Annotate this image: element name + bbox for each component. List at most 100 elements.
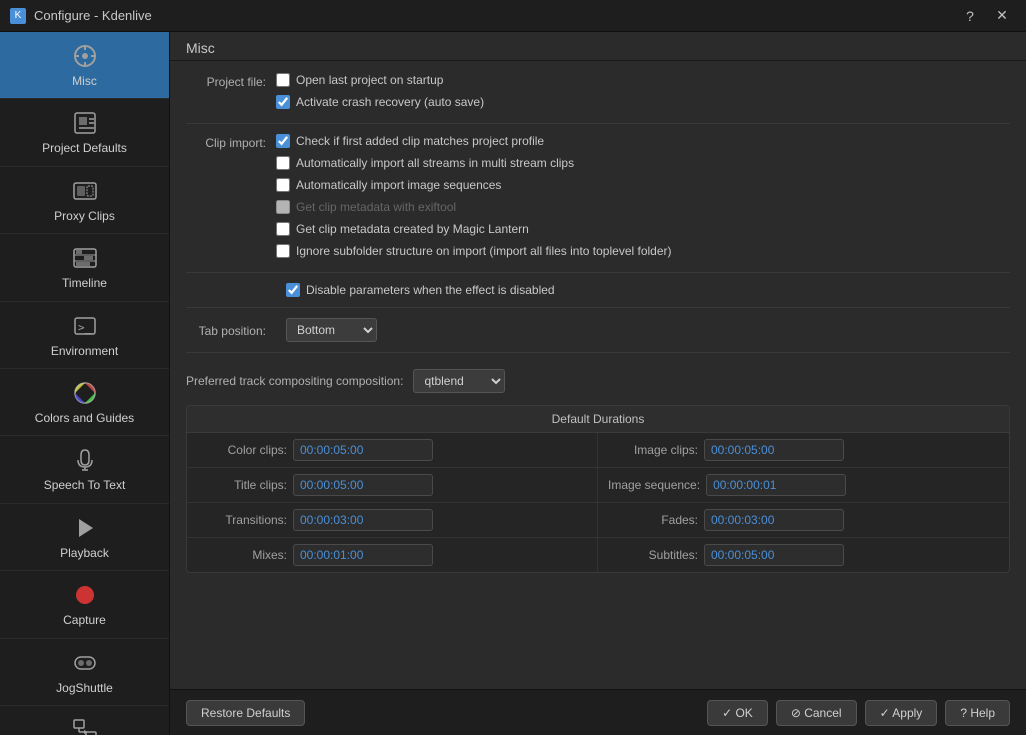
check-first-added-row: Check if first added clip matches projec… (276, 134, 672, 148)
image-clips-cell: Image clips: (598, 433, 1009, 468)
cancel-button[interactable]: ⊘ Cancel (776, 700, 857, 726)
sidebar-item-timeline[interactable]: Timeline (0, 234, 169, 301)
project-file-content: Open last project on startup Activate cr… (276, 73, 484, 113)
close-button[interactable]: ✕ (988, 5, 1016, 27)
separator-2 (186, 272, 1010, 273)
transitions-cell: Transitions: (187, 503, 598, 538)
sidebar-item-environment[interactable]: >_ Environment (0, 302, 169, 369)
disable-parameters-row-wrapper: Disable parameters when the effect is di… (286, 283, 1010, 297)
apply-button[interactable]: ✓ Apply (865, 700, 938, 726)
sidebar: Misc Project Defaults (0, 32, 170, 735)
sidebar-item-jogshuttle[interactable]: JogShuttle (0, 639, 169, 706)
compositing-row: Preferred track compositing composition:… (186, 363, 1010, 393)
transcode-icon (71, 716, 99, 735)
title-clips-input[interactable] (293, 474, 433, 496)
sidebar-item-colors-and-guides[interactable]: Colors and Guides (0, 369, 169, 436)
app-icon: K (10, 8, 26, 24)
transitions-input[interactable] (293, 509, 433, 531)
color-clips-label: Color clips: (197, 443, 287, 457)
ignore-subfolder-checkbox[interactable] (276, 244, 290, 258)
clip-import-content: Check if first added clip matches projec… (276, 134, 672, 262)
sidebar-item-speech-to-text[interactable]: Speech To Text (0, 436, 169, 503)
subtitles-cell: Subtitles: (598, 538, 1009, 572)
open-last-project-row: Open last project on startup (276, 73, 484, 87)
sidebar-item-misc-label: Misc (72, 74, 97, 88)
fades-input[interactable] (704, 509, 844, 531)
image-clips-input[interactable] (704, 439, 844, 461)
get-clip-metadata-magic-checkbox[interactable] (276, 222, 290, 236)
sidebar-item-project-defaults[interactable]: Project Defaults (0, 99, 169, 166)
color-clips-cell: Color clips: (187, 433, 598, 468)
disable-parameters-row: Disable parameters when the effect is di… (286, 283, 1010, 297)
title-clips-cell: Title clips: (187, 468, 598, 503)
svg-text:>_: >_ (78, 321, 92, 334)
jogshuttle-icon (71, 649, 99, 677)
tab-position-row: Tab position: Bottom Top Left Right (186, 318, 1010, 342)
sidebar-item-capture[interactable]: Capture (0, 571, 169, 638)
clip-import-row: Clip import: Check if first added clip m… (186, 134, 1010, 262)
sidebar-item-playback[interactable]: Playback (0, 504, 169, 571)
compositing-label: Preferred track compositing composition: (186, 374, 403, 388)
check-first-added-label[interactable]: Check if first added clip matches projec… (296, 134, 544, 148)
open-last-project-label[interactable]: Open last project on startup (296, 73, 443, 87)
sidebar-item-capture-label: Capture (63, 613, 106, 627)
image-sequence-cell: Image sequence: (598, 468, 1009, 503)
project-defaults-icon (71, 109, 99, 137)
activate-crash-recovery-label[interactable]: Activate crash recovery (auto save) (296, 95, 484, 109)
disable-parameters-label[interactable]: Disable parameters when the effect is di… (306, 283, 555, 297)
content-body: Project file: Open last project on start… (170, 61, 1026, 689)
ok-button[interactable]: ✓ OK (707, 700, 768, 726)
proxy-clips-icon (71, 177, 99, 205)
bottom-bar: Restore Defaults ✓ OK ⊘ Cancel ✓ Apply ?… (170, 689, 1026, 735)
titlebar-left: K Configure - Kdenlive (10, 8, 152, 24)
content-area: Misc Project file: Open last project on … (170, 32, 1026, 735)
capture-icon (71, 581, 99, 609)
help-button[interactable]: ? (956, 5, 984, 27)
colors-and-guides-icon (71, 379, 99, 407)
timeline-icon (71, 244, 99, 272)
image-sequence-label: Image sequence: (608, 478, 700, 492)
disable-parameters-checkbox[interactable] (286, 283, 300, 297)
fades-cell: Fades: (598, 503, 1009, 538)
tab-position-label: Tab position: (186, 322, 276, 338)
auto-import-streams-checkbox[interactable] (276, 156, 290, 170)
check-first-added-checkbox[interactable] (276, 134, 290, 148)
activate-crash-recovery-checkbox[interactable] (276, 95, 290, 109)
sidebar-item-speech-to-text-label: Speech To Text (44, 478, 126, 492)
get-clip-metadata-exif-checkbox[interactable] (276, 200, 290, 214)
compositing-select[interactable]: qtblend movit none (413, 369, 505, 393)
get-clip-metadata-exif-label[interactable]: Get clip metadata with exiftool (296, 200, 456, 214)
sidebar-item-colors-and-guides-label: Colors and Guides (35, 411, 134, 425)
tab-position-select[interactable]: Bottom Top Left Right (286, 318, 377, 342)
subtitles-input[interactable] (704, 544, 844, 566)
window-title: Configure - Kdenlive (34, 8, 152, 23)
sidebar-item-transcode[interactable]: Transcode (0, 706, 169, 735)
durations-box: Default Durations Color clips: Image cli… (186, 405, 1010, 573)
color-clips-input[interactable] (293, 439, 433, 461)
auto-import-image-sequences-label[interactable]: Automatically import image sequences (296, 178, 501, 192)
get-clip-metadata-magic-label[interactable]: Get clip metadata created by Magic Lante… (296, 222, 529, 236)
sidebar-item-jogshuttle-label: JogShuttle (56, 681, 113, 695)
get-clip-metadata-magic-row: Get clip metadata created by Magic Lante… (276, 222, 672, 236)
mixes-input[interactable] (293, 544, 433, 566)
open-last-project-checkbox[interactable] (276, 73, 290, 87)
restore-defaults-button[interactable]: Restore Defaults (186, 700, 305, 726)
separator-3 (186, 307, 1010, 308)
speech-to-text-icon (71, 446, 99, 474)
help-button-bottom[interactable]: ? Help (945, 700, 1010, 726)
separator-4 (186, 352, 1010, 353)
auto-import-streams-label[interactable]: Automatically import all streams in mult… (296, 156, 574, 170)
image-sequence-input[interactable] (706, 474, 846, 496)
sidebar-item-environment-label: Environment (51, 344, 118, 358)
titlebar: K Configure - Kdenlive ? ✕ (0, 0, 1026, 32)
auto-import-image-sequences-checkbox[interactable] (276, 178, 290, 192)
clip-import-label: Clip import: (186, 134, 276, 150)
sidebar-item-timeline-label: Timeline (62, 276, 107, 290)
environment-icon: >_ (71, 312, 99, 340)
durations-grid: Color clips: Image clips: Title clips: I… (187, 433, 1009, 572)
misc-icon (71, 42, 99, 70)
content-header: Misc (170, 32, 1026, 61)
sidebar-item-misc[interactable]: Misc (0, 32, 169, 99)
ignore-subfolder-label[interactable]: Ignore subfolder structure on import (im… (296, 244, 672, 258)
sidebar-item-proxy-clips[interactable]: Proxy Clips (0, 167, 169, 234)
